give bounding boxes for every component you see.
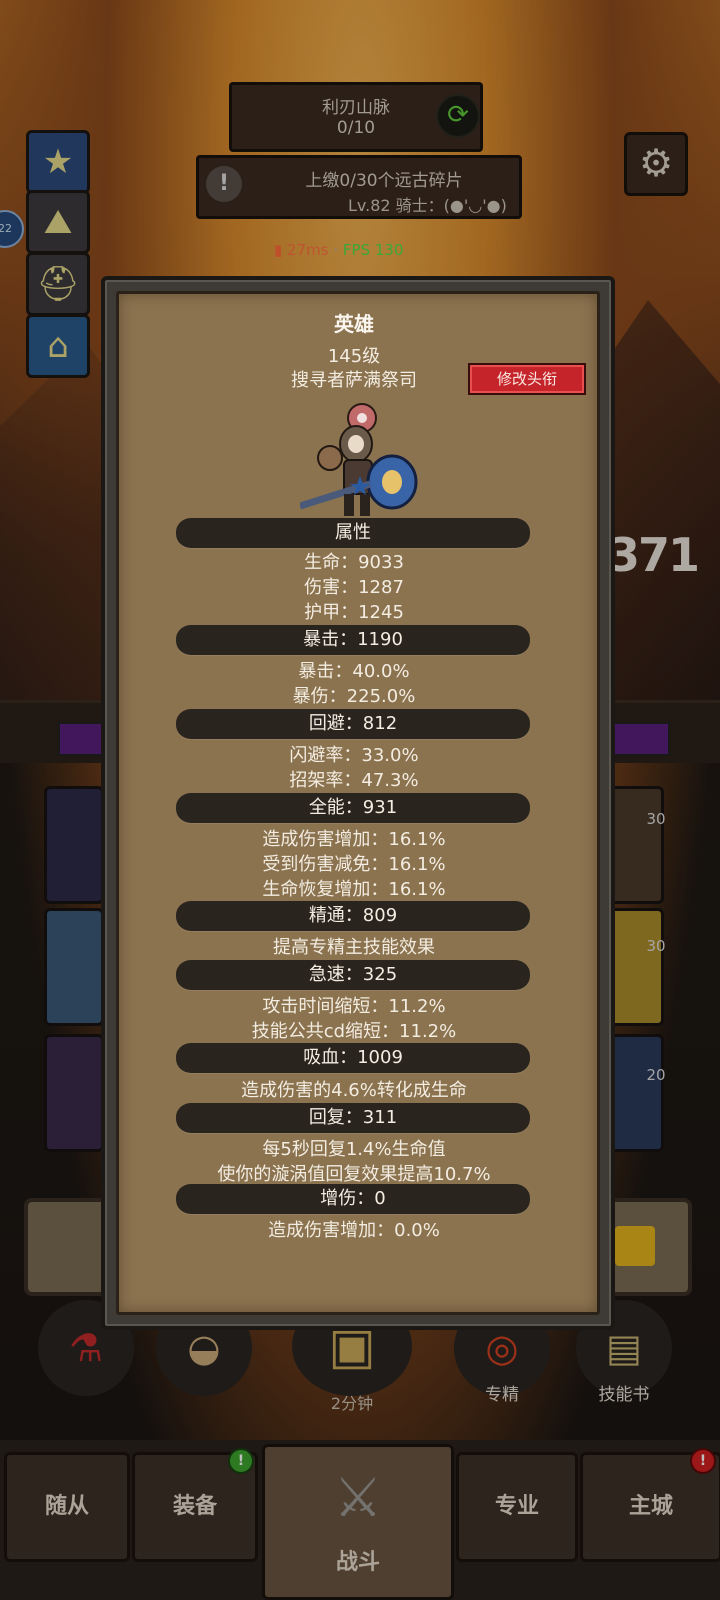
stat-line: 使你的漩涡值回复效果提高10.7%: [217, 1164, 491, 1185]
stat-line: 招架率：47.3%: [289, 770, 419, 791]
section-header-mastery: 精通：809: [176, 901, 530, 931]
stat-line: 造成伤害增加：0.0%: [268, 1220, 440, 1241]
stat-line: 暴击：40.0%: [298, 661, 410, 682]
stat-line: 暴伤：225.0%: [292, 686, 416, 707]
stat-line: 伤害：1287: [304, 577, 404, 598]
stat-line: 闪避率：33.0%: [289, 745, 419, 766]
stat-line: 造成伤害的4.6%转化成生命: [241, 1080, 467, 1101]
hero-portrait: [300, 403, 418, 516]
section-header-avoidance: 回避：812: [176, 709, 530, 739]
rename-title-button[interactable]: 修改头衔: [468, 363, 586, 395]
stat-line: 受到伤害减免：16.1%: [262, 854, 446, 875]
section-header-lifesteal: 吸血：1009: [176, 1043, 530, 1073]
panel-title: 英雄: [334, 312, 374, 336]
stat-line: 造成伤害增加：16.1%: [262, 829, 446, 850]
stat-line: 护甲：1245: [304, 602, 404, 623]
section-header-recovery: 回复：311: [176, 1103, 530, 1133]
stat-line: 生命：9033: [304, 552, 404, 573]
section-header-crit: 暴击：1190: [176, 625, 530, 655]
stat-line: 攻击时间缩短：11.2%: [262, 996, 446, 1017]
section-header-haste: 急速：325: [176, 960, 530, 990]
stat-line: 生命恢复增加：16.1%: [262, 879, 446, 900]
section-header-versatility: 全能：931: [176, 793, 530, 823]
stat-line: 提高专精主技能效果: [273, 937, 435, 958]
section-header-damage-increase: 增伤：0: [176, 1184, 530, 1214]
section-header-attributes: 属性: [176, 518, 530, 548]
stat-line: 技能公共cd缩短：11.2%: [251, 1021, 457, 1042]
stat-line: 每5秒回复1.4%生命值: [262, 1139, 446, 1160]
